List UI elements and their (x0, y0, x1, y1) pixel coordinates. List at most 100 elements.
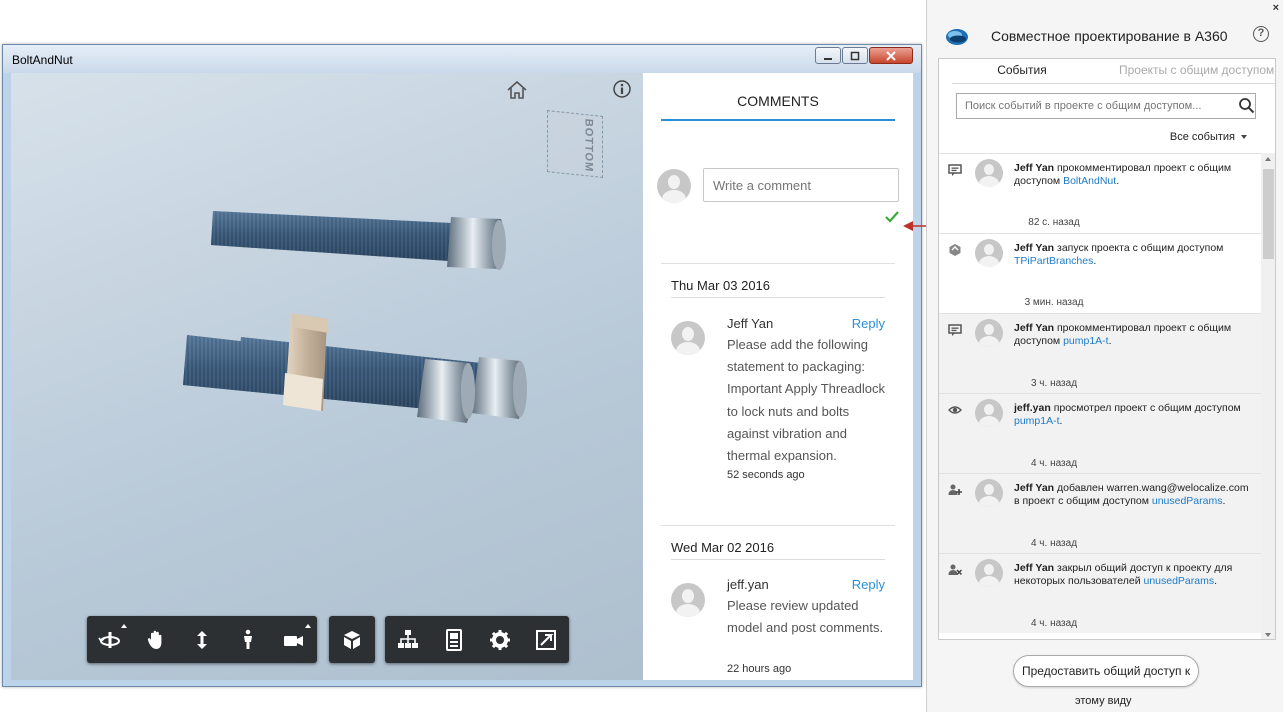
model-tree-icon (398, 629, 418, 648)
events-search-input[interactable] (956, 93, 1256, 119)
event-target-link[interactable]: pump1A-t (1014, 415, 1060, 427)
events-list[interactable]: Jeff Yan прокомментировал проект с общим… (939, 153, 1261, 639)
scroll-thumb[interactable] (1263, 169, 1274, 259)
event-target-link[interactable]: TPiPartBranches (1014, 255, 1093, 267)
event-avatar (975, 399, 1003, 427)
event-item[interactable]: jeff.yan просмотрел проект с общим досту… (939, 393, 1261, 473)
bolt-1 (211, 211, 506, 270)
events-scrollbar[interactable] (1261, 153, 1275, 639)
a360-logo-icon (946, 29, 968, 45)
comment-time: 52 seconds ago (727, 469, 805, 481)
chevron-down-icon (1241, 135, 1247, 140)
3d-viewport[interactable]: BOTTOM (11, 73, 643, 680)
scroll-up-icon[interactable] (1265, 157, 1271, 161)
window-titlebar[interactable]: BoltAndNut (3, 45, 921, 73)
event-time: 82 с. назад (1028, 217, 1080, 228)
event-suffix: . (1222, 495, 1226, 507)
event-suffix: . (1214, 575, 1218, 587)
date-divider (671, 297, 885, 298)
remove-user-icon (948, 564, 962, 576)
fullscreen-button[interactable] (523, 616, 569, 663)
zoom-button[interactable] (179, 616, 225, 663)
fullscreen-icon (536, 629, 556, 650)
comment-avatar (671, 583, 705, 617)
panel-close-button[interactable]: × (1273, 2, 1279, 14)
event-time: 3 ч. назад (1030, 378, 1078, 389)
settings-button[interactable] (477, 616, 523, 663)
settings-toolbar (385, 616, 569, 663)
event-target-link[interactable]: BoltAndNut (1063, 175, 1116, 187)
properties-icon (446, 628, 462, 651)
event-action: просмотрел проект с общим доступом (1053, 402, 1241, 414)
close-button[interactable] (869, 47, 913, 64)
events-filter-dropdown[interactable]: Все события (1170, 131, 1247, 143)
camera-icon (284, 635, 303, 646)
reply-link[interactable]: Reply (852, 316, 885, 331)
cube-icon (344, 630, 360, 649)
comment-icon (948, 324, 962, 336)
event-item[interactable]: Jeff Yan закрыл общий доступ к проекту д… (939, 553, 1261, 633)
zoom-icon (197, 630, 207, 649)
event-target-link[interactable]: pump1A-t (1063, 335, 1109, 347)
scroll-down-icon[interactable] (1265, 633, 1271, 637)
navigation-toolbar (87, 616, 317, 663)
event-target-link[interactable]: unusedParams (1152, 495, 1223, 507)
event-action: запуск проекта с общим доступом (1057, 242, 1224, 254)
comment-date: Thu Mar 03 2016 (671, 278, 771, 293)
pan-button[interactable] (133, 616, 179, 663)
event-text: Jeff Yan прокомментировал проект с общим… (1014, 322, 1256, 348)
bolt-and-nut-model[interactable] (11, 73, 643, 680)
comment-text: Please add the following statement to pa… (727, 337, 886, 464)
minimize-button[interactable] (815, 47, 841, 64)
event-avatar (975, 239, 1003, 267)
submit-check-icon[interactable] (884, 209, 900, 225)
tab-events[interactable]: События (952, 63, 1092, 84)
event-item[interactable]: Jeff Yan запуск проекта с общим доступом… (939, 233, 1261, 313)
event-item[interactable]: Jeff Yan прокомментировал проект с общим… (939, 153, 1261, 233)
event-avatar (975, 559, 1003, 587)
comment-input[interactable] (703, 168, 899, 202)
walk-button[interactable] (225, 616, 271, 663)
maximize-icon (850, 51, 860, 60)
maximize-button[interactable] (842, 47, 868, 64)
view-icon (948, 406, 962, 414)
comments-panel: COMMENTS Thu Mar 03 2016 Jeff Yan Reply … (643, 73, 913, 680)
event-suffix: . (1059, 415, 1063, 427)
event-text: jeff.yan просмотрел проект с общим досту… (1014, 402, 1256, 428)
event-item[interactable]: Jeff Yan прокомментировал проект с общим… (939, 313, 1261, 393)
comment-icon (948, 164, 962, 176)
reply-link[interactable]: Reply (852, 577, 885, 592)
event-user: Jeff Yan (1014, 482, 1055, 494)
tab-shared-projects[interactable]: Проекты с общим доступом (1119, 63, 1274, 77)
model-tree-button[interactable] (385, 616, 431, 663)
comment-avatar (671, 321, 705, 355)
comment-author[interactable]: jeff.yan (727, 577, 769, 592)
event-avatar (975, 319, 1003, 347)
event-time: 3 мин. назад (1024, 297, 1084, 308)
comment-text: Please review updated model and post com… (727, 598, 884, 636)
camera-caret[interactable] (305, 624, 311, 628)
search-icon[interactable] (1238, 97, 1255, 114)
separator (661, 525, 895, 526)
event-user: Jeff Yan (1014, 322, 1055, 334)
event-user: Jeff Yan (1014, 562, 1055, 574)
event-item[interactable]: Jeff Yan добавлен warren.wang@welocalize… (939, 473, 1261, 553)
events-filter-label: Все события (1169, 131, 1235, 143)
properties-button[interactable] (431, 616, 477, 663)
comment-author[interactable]: Jeff Yan (727, 316, 773, 331)
event-avatar (975, 479, 1003, 507)
orbit-icon (98, 631, 120, 648)
camera-button[interactable] (271, 616, 317, 663)
orbit-button[interactable] (87, 616, 133, 663)
event-text: Jeff Yan добавлен warren.wang@welocalize… (1014, 482, 1256, 508)
share-view-button[interactable]: Предоставить общий доступ к (1013, 655, 1200, 687)
event-target-link[interactable]: unusedParams (1143, 575, 1214, 587)
event-time: 4 ч. назад (1030, 538, 1078, 549)
explode-button[interactable] (329, 616, 375, 663)
orbit-caret[interactable] (121, 624, 127, 628)
a360-panel: × Совместное проектирование в A360 ? Соб… (926, 0, 1283, 712)
help-icon[interactable]: ? (1253, 26, 1269, 42)
event-user: Jeff Yan (1014, 242, 1055, 254)
event-text: Jeff Yan запуск проекта с общим доступом… (1014, 242, 1256, 268)
event-text: Jeff Yan прокомментировал проект с общим… (1014, 162, 1256, 188)
